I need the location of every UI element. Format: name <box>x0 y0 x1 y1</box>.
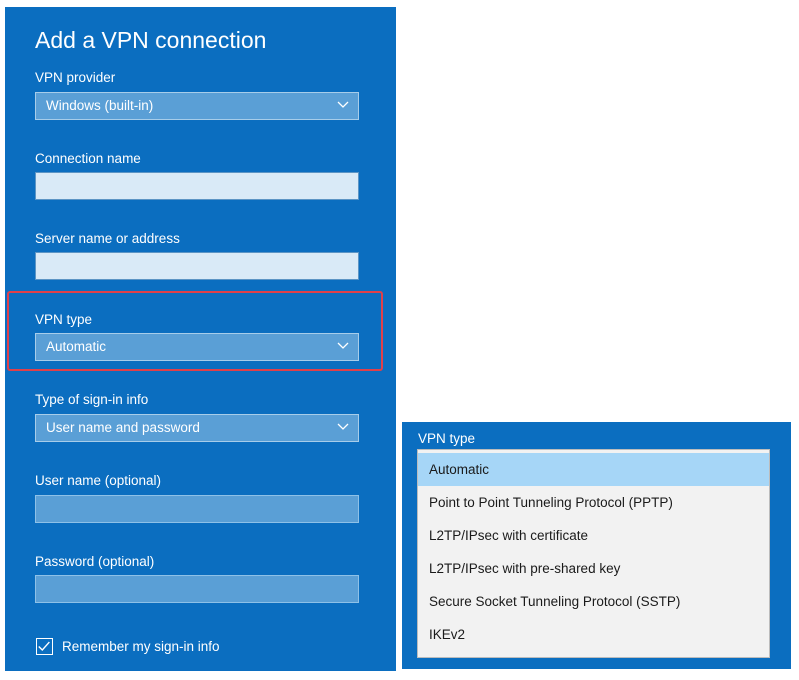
option-pptp[interactable]: Point to Point Tunneling Protocol (PPTP) <box>418 486 769 519</box>
vpn-provider-value: Windows (built-in) <box>46 98 154 113</box>
dropdown-label: VPN type <box>418 431 476 446</box>
password-input[interactable] <box>35 575 359 603</box>
signin-type-value: User name and password <box>46 420 200 435</box>
connection-name-input[interactable] <box>35 172 359 200</box>
option-sstp[interactable]: Secure Socket Tunneling Protocol (SSTP) <box>418 585 769 618</box>
option-ikev2[interactable]: IKEv2 <box>418 618 769 651</box>
signin-type-select[interactable]: User name and password <box>35 414 359 442</box>
option-l2tp-psk[interactable]: L2TP/IPsec with pre-shared key <box>418 552 769 585</box>
vpn-type-dropdown-panel: VPN type Automatic Point to Point Tunnel… <box>402 422 791 669</box>
username-input[interactable] <box>35 495 359 523</box>
option-automatic[interactable]: Automatic <box>418 453 769 486</box>
vpn-type-options-list: Automatic Point to Point Tunneling Proto… <box>417 449 770 658</box>
password-label: Password (optional) <box>35 554 155 569</box>
option-l2tp-certificate[interactable]: L2TP/IPsec with certificate <box>418 519 769 552</box>
username-label: User name (optional) <box>35 473 162 488</box>
vpn-provider-label: VPN provider <box>35 70 116 85</box>
chevron-down-icon <box>337 101 349 108</box>
connection-name-label: Connection name <box>35 151 141 166</box>
chevron-down-icon <box>337 423 349 430</box>
remember-label: Remember my sign-in info <box>62 639 220 654</box>
remember-checkbox[interactable] <box>36 638 53 655</box>
server-address-label: Server name or address <box>35 231 180 246</box>
signin-type-label: Type of sign-in info <box>35 392 149 407</box>
checkmark-icon <box>38 641 50 652</box>
page-title: Add a VPN connection <box>35 27 267 53</box>
server-address-input[interactable] <box>35 252 359 280</box>
vpn-provider-select[interactable]: Windows (built-in) <box>35 92 359 120</box>
vpn-type-highlight <box>7 291 383 371</box>
